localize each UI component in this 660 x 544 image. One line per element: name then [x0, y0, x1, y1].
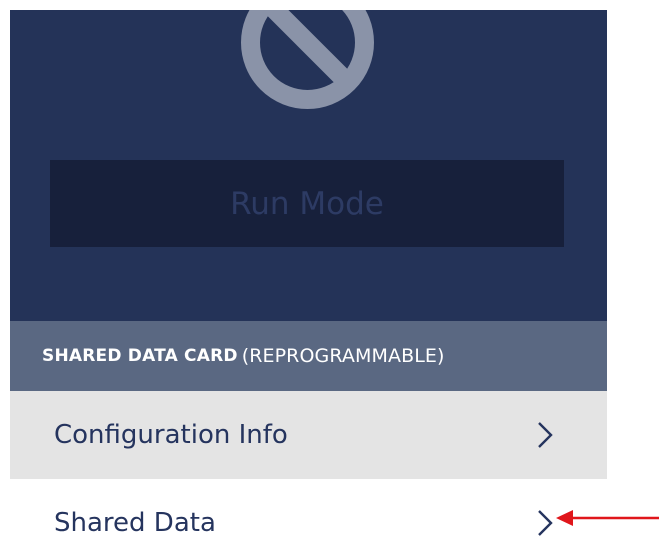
section-subtitle: (REPROGRAMMABLE) [241, 345, 445, 367]
shared-data-label: Shared Data [54, 508, 216, 538]
run-mode-label: Run Mode [230, 185, 384, 222]
configuration-info-label: Configuration Info [54, 420, 288, 450]
section-title: SHARED DATA CARD [42, 346, 238, 366]
chevron-right-icon [538, 510, 553, 536]
chevron-right-icon [538, 422, 553, 448]
no-entry-icon [241, 10, 374, 109]
section-header: SHARED DATA CARD (REPROGRAMMABLE) [10, 321, 607, 391]
arrow-left-icon [556, 510, 659, 526]
shared-data-row[interactable]: Shared Data [10, 479, 607, 544]
configuration-info-row[interactable]: Configuration Info [10, 391, 607, 479]
mode-panel: Run Mode [10, 10, 607, 321]
run-mode-button[interactable]: Run Mode [50, 160, 564, 247]
screen: Run Mode SHARED DATA CARD (REPROGRAMMABL… [0, 0, 660, 544]
